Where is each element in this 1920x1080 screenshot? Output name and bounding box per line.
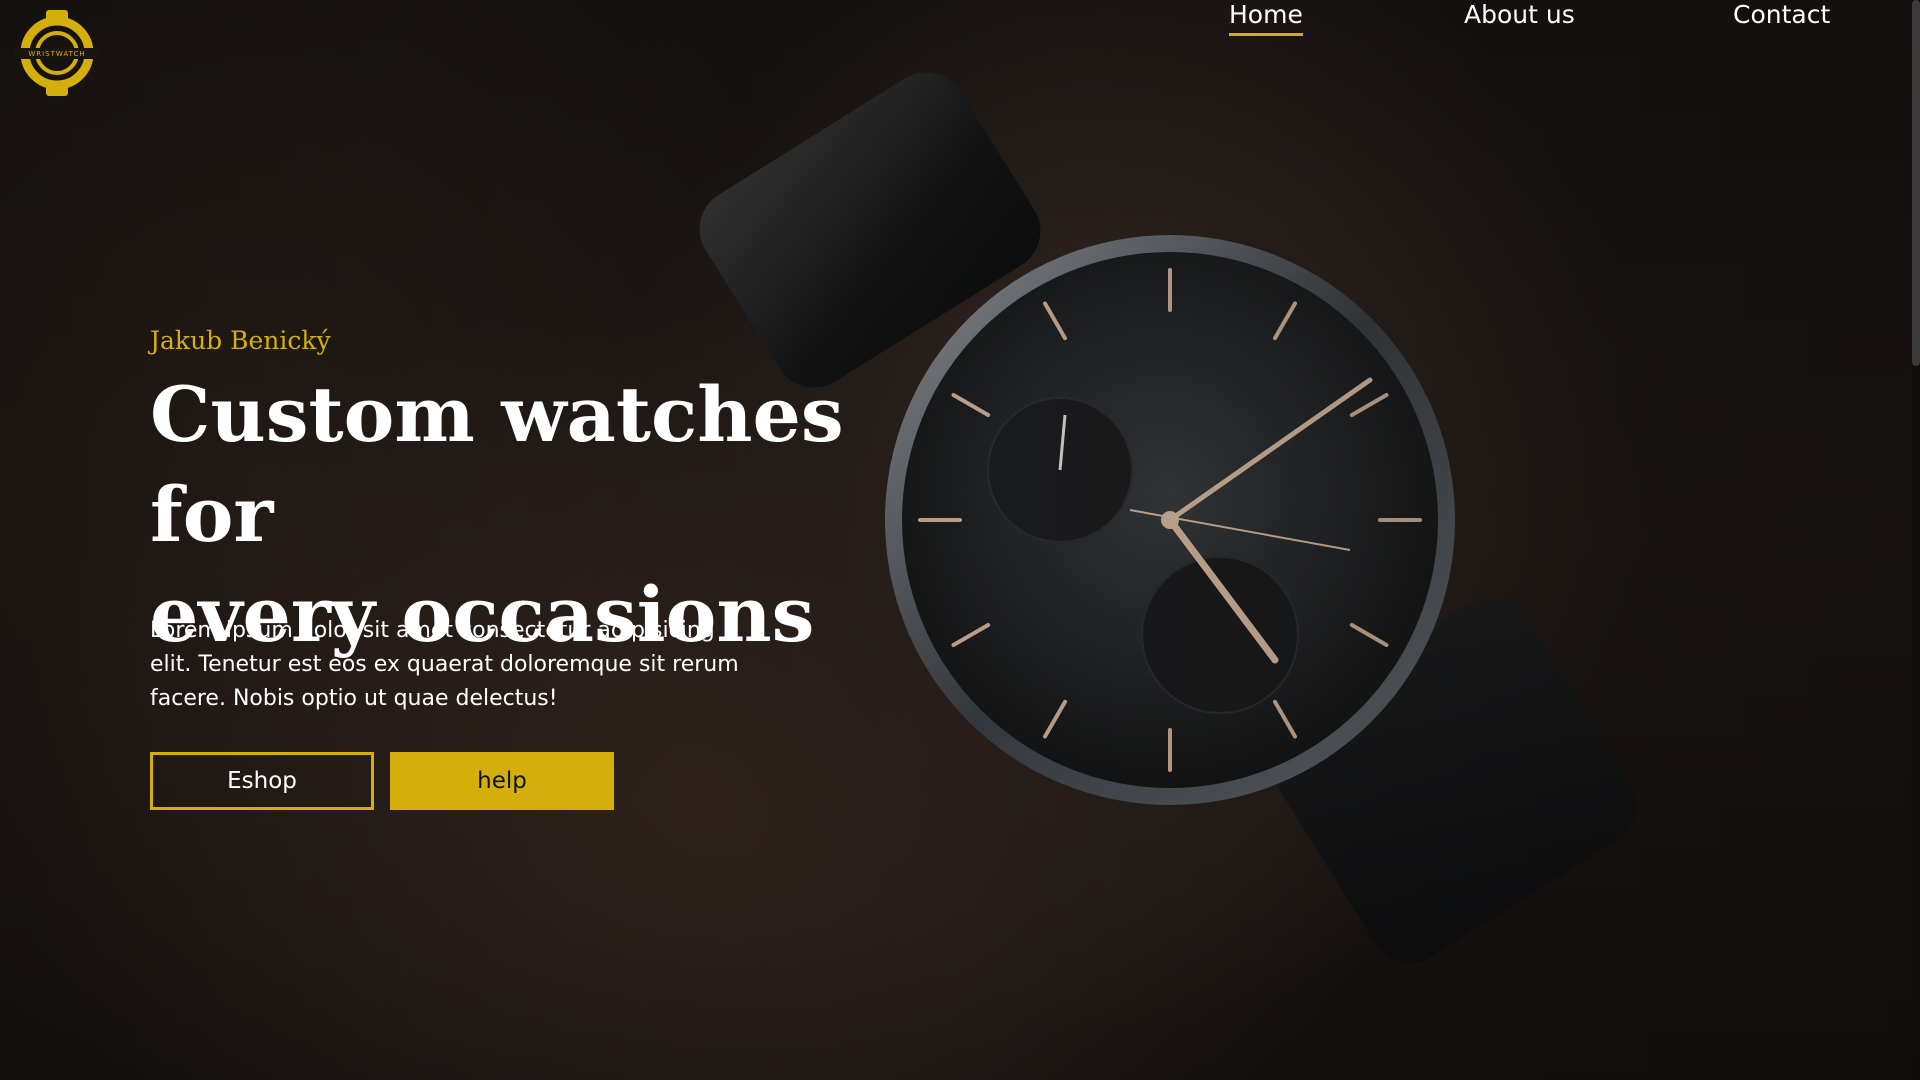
- eshop-button[interactable]: Eshop: [150, 752, 374, 810]
- logo-text: WRISTWATCH: [28, 50, 85, 58]
- top-navigation: WRISTWATCH Home About us Contact: [0, 0, 1920, 110]
- nav-item-about-us[interactable]: About us: [1464, 0, 1575, 33]
- headline-line-1: Custom watches for: [150, 370, 844, 559]
- author-name: Jakub Benický: [150, 326, 331, 355]
- help-button[interactable]: help: [390, 752, 614, 810]
- nav-item-contact[interactable]: Contact: [1733, 0, 1830, 33]
- scrollbar-thumb[interactable]: [1912, 0, 1920, 366]
- hero-description: Lorem ipsum dolor sit amet consectetur a…: [150, 618, 739, 711]
- scrollbar-track[interactable]: [1912, 0, 1920, 1080]
- nav-item-home[interactable]: Home: [1229, 0, 1303, 36]
- wristwatch-logo-icon[interactable]: WRISTWATCH: [14, 10, 100, 96]
